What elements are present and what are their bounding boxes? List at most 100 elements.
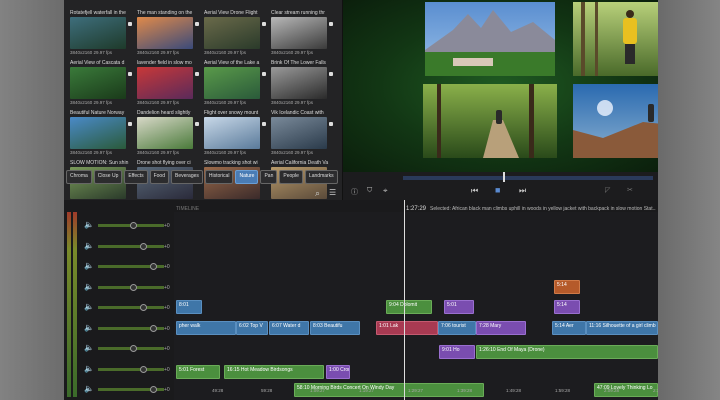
tag-pan[interactable]: Pan (260, 170, 278, 184)
timeline-clip[interactable]: 5:14 Aer (552, 321, 586, 335)
tag-food[interactable]: Food (149, 170, 169, 184)
marker-icon[interactable]: ⛉ (367, 187, 372, 195)
clip-thumbnail (204, 67, 260, 99)
timeline-clip[interactable]: 8:01 (176, 300, 202, 314)
clip-meta: 3840x2160 29.97 fps (271, 50, 314, 55)
tag-nature[interactable]: Nature (235, 170, 259, 184)
clip-item[interactable]: Flight over snowy mount 3840x2160 29.97 f… (204, 110, 266, 160)
timeline-clip[interactable]: 9:04 Dolomit (386, 300, 432, 314)
crop-icon[interactable]: ⌖ (383, 186, 388, 196)
timeline-clip[interactable]: 16:15 Hot Meadow Birdsongs (224, 365, 324, 379)
preview-image-hiker-woods (573, 2, 658, 76)
speaker-icon[interactable]: 🔈 (84, 241, 94, 250)
timeline-clip[interactable]: 1:00 Crom (326, 365, 350, 379)
cloud-icon (128, 22, 132, 26)
speaker-icon[interactable]: 🔈 (84, 384, 94, 393)
timeline-clip[interactable]: 9:01 Ho (439, 345, 475, 359)
skip-forward-icon[interactable]: ⏭ (519, 186, 526, 196)
search-icon[interactable]: ⌕ (315, 188, 320, 199)
speaker-icon[interactable]: 🔈 (84, 343, 94, 352)
speaker-icon[interactable]: 🔈 (84, 261, 94, 270)
playhead-line[interactable] (404, 200, 405, 400)
clip-thumbnail (271, 17, 327, 49)
clip-item[interactable]: Brink Of The Lower Falls 3840x2160 29.97 … (271, 60, 333, 110)
clip-item[interactable]: Aerial View of Cascata d 3840x2160 29.97 … (70, 60, 132, 110)
tag-people[interactable]: People (279, 170, 303, 184)
tag-chroma[interactable]: Chroma (66, 170, 92, 184)
timeline-clip[interactable]: 11:16 Silhouette of a girl climb (586, 321, 658, 335)
scissors-icon[interactable]: ✂ (627, 186, 633, 194)
timeline-clip[interactable]: 6:02 Top V (236, 321, 268, 335)
clip-title: Beautiful Nature Norway (70, 110, 125, 116)
timeline-clip[interactable]: pher walk (176, 321, 236, 335)
cloud-icon (262, 122, 266, 126)
clip-title: SLOW MOTION: Sun shin (70, 160, 129, 166)
volume-slider[interactable] (98, 306, 164, 309)
timeline-clip[interactable]: 1:26:10 End Of Maya (Drone) (476, 345, 658, 359)
speaker-icon[interactable]: 🔈 (84, 364, 94, 373)
speaker-icon[interactable]: 🔈 (84, 282, 94, 291)
clip-thumbnail (137, 117, 193, 149)
cloud-icon (262, 72, 266, 76)
volume-knob[interactable] (140, 242, 147, 250)
clip-title: lavender field in slow mo (137, 60, 192, 66)
clip-item[interactable]: Dandelion heard slightly 3840x2160 29.97 … (137, 110, 199, 160)
volume-knob[interactable] (150, 324, 157, 332)
tag-landmarks[interactable]: Landmarks (304, 170, 338, 184)
gain-value: +0 (164, 223, 170, 229)
timeline-clip[interactable]: 1:01 Lak (376, 321, 438, 335)
stop-icon[interactable]: ■ (495, 185, 500, 195)
browser-footer: ⌕ ☰ (64, 186, 342, 200)
volume-knob[interactable] (130, 283, 137, 291)
timeline-clip[interactable]: 5:14 (554, 300, 580, 314)
timeline-clip[interactable]: 5:14 (554, 280, 580, 294)
clip-item[interactable]: Rotatefjell waterfall in the 3840x2160 29… (70, 10, 132, 60)
clip-item[interactable]: Clear stream running thr 3840x2160 29.97 … (271, 10, 333, 60)
info-icon[interactable]: ⓘ (351, 187, 358, 197)
volume-slider[interactable] (98, 367, 164, 371)
volume-slider[interactable] (98, 244, 164, 248)
trim-icon[interactable]: ◸ (605, 186, 610, 194)
playhead-marker[interactable] (503, 172, 505, 182)
clip-meta: 3840x2160 29.97 fps (271, 150, 314, 155)
volume-knob[interactable] (130, 222, 137, 229)
desktop-left-edge (0, 0, 64, 400)
tag-close-up[interactable]: Close Up (93, 170, 123, 184)
clip-item[interactable]: Aerial View of the Lake a 3840x2160 29.97… (204, 60, 266, 110)
volume-knob[interactable] (140, 304, 147, 311)
volume-knob[interactable] (150, 386, 157, 393)
tag-historical[interactable]: Historical (204, 170, 234, 184)
clip-item[interactable]: lavender field in slow mo 3840x2160 29.97… (137, 60, 199, 110)
skip-back-icon[interactable]: ⏮ (471, 186, 478, 196)
tag-beverages[interactable]: Beverages (170, 170, 203, 184)
clip-item[interactable]: The man standing on the 3840x2160 29.97 f… (137, 10, 199, 60)
speaker-icon[interactable]: 🔈 (84, 220, 94, 229)
clip-title: The man standing on the (137, 10, 193, 16)
clip-title: Clear stream running thr (271, 10, 325, 16)
tag-effects[interactable]: Effects (124, 170, 148, 184)
volume-knob[interactable] (140, 365, 147, 373)
gain-value: +0 (164, 325, 170, 332)
clip-thumbnail (271, 67, 327, 99)
gain-value: +0 (164, 284, 170, 291)
list-view-icon[interactable]: ☰ (329, 188, 336, 197)
timeline-clip[interactable]: 7:06 tourist (438, 321, 476, 335)
timeline-clip[interactable]: 7:28 Mary (476, 321, 526, 335)
timeline-clip[interactable]: 6:07 Water d (269, 321, 309, 335)
clip-item[interactable]: Vik Icelandic Coast with 3840x2160 29.97 … (271, 110, 333, 160)
timeline-clip[interactable]: 8:03 Beautifu (310, 321, 360, 335)
volume-knob[interactable] (150, 263, 157, 270)
clip-title: Rotatefjell waterfall in the (70, 10, 126, 16)
clip-item[interactable]: Aerial View Drone Flight 3840x2160 29.97 … (204, 10, 266, 60)
speaker-icon[interactable]: 🔈 (84, 323, 94, 332)
volume-knob[interactable] (130, 345, 137, 352)
scrub-bar[interactable] (403, 176, 653, 180)
speaker-icon[interactable]: 🔈 (84, 302, 94, 311)
ruler-tick-label: 1:39:28 (457, 388, 473, 393)
timeline-clip[interactable]: 5:01 Forest (176, 365, 220, 379)
clip-item[interactable]: Beautiful Nature Norway 3840x2160 29.97 f… (70, 110, 132, 160)
timeline-clip[interactable]: 5:01 (444, 300, 474, 314)
ruler-tick-label: 1:09:27 (310, 388, 326, 393)
clip-meta: 3840x2160 29.97 fps (204, 100, 247, 105)
clip-meta: 3840x2160 29.97 fps (70, 150, 113, 155)
